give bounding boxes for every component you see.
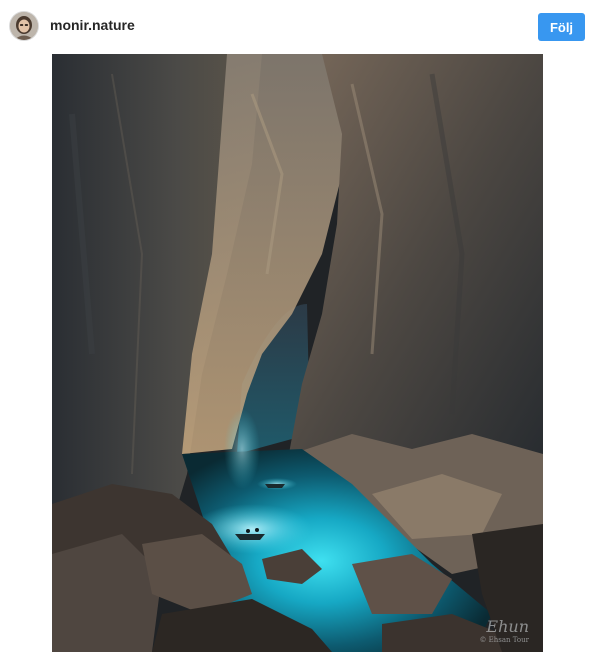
username-link[interactable]: monir.nature xyxy=(50,17,135,33)
follow-button[interactable]: Följ xyxy=(538,13,585,41)
signature-scribble: Ehun xyxy=(486,617,529,636)
post-header: monir.nature Följ xyxy=(0,0,593,54)
signature-credit: © Ehsan Tour xyxy=(479,636,529,644)
avatar[interactable] xyxy=(10,12,38,40)
photographer-signature: Ehun © Ehsan Tour xyxy=(479,619,529,644)
cave-photo-illustration xyxy=(52,54,543,652)
post-photo[interactable]: Ehun © Ehsan Tour xyxy=(52,54,543,652)
avatar-image xyxy=(10,12,38,40)
